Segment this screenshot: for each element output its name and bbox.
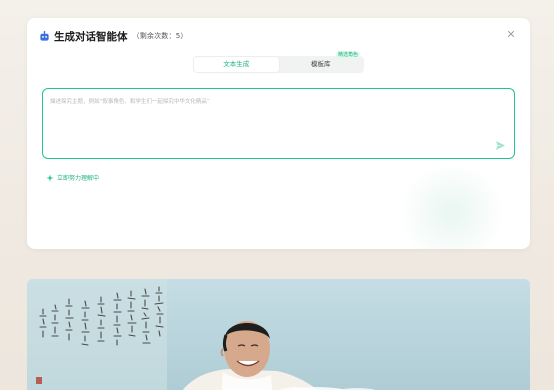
prompt-box	[42, 88, 515, 159]
robot-icon	[40, 30, 49, 41]
tab-text-generation[interactable]: 文本生成	[194, 57, 279, 72]
portrait-painting	[27, 279, 530, 390]
featured-badge: 精选角色	[335, 51, 360, 59]
prompt-input[interactable]	[50, 97, 490, 145]
generate-agent-dialog: 生成对话智能体 （剩余次数：5） 文本生成 模板库 精选角色 立即努力理解中	[27, 18, 530, 249]
mode-tabs: 文本生成 模板库 精选角色	[193, 51, 364, 73]
background-decoration	[392, 168, 512, 249]
painting-banner	[27, 279, 530, 390]
understanding-hint[interactable]: 立即努力理解中	[46, 173, 99, 182]
remaining-count: （剩余次数：5）	[132, 32, 188, 40]
dialog-header: 生成对话智能体 （剩余次数：5）	[39, 29, 188, 43]
sparkle-icon	[46, 173, 54, 182]
send-icon[interactable]	[495, 140, 506, 151]
tab-template-library[interactable]: 模板库	[279, 57, 364, 72]
dialog-title: 生成对话智能体	[54, 30, 128, 43]
close-icon[interactable]	[506, 29, 516, 39]
hint-label: 立即努力理解中	[57, 175, 100, 182]
